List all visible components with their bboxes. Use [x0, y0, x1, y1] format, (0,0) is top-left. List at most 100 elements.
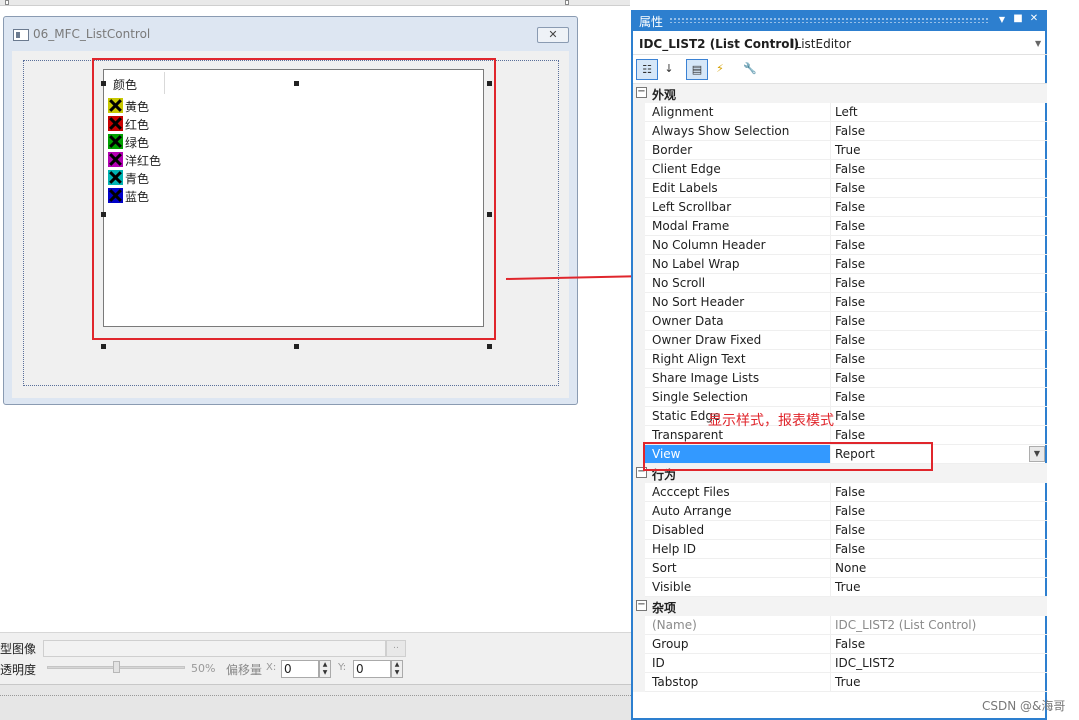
resize-handle[interactable]: [294, 81, 299, 86]
property-row[interactable]: Client Edge False: [633, 160, 1047, 179]
dialog-close-button[interactable]: ✕: [537, 27, 569, 43]
property-row[interactable]: Visible True: [633, 578, 1047, 597]
property-value[interactable]: False: [831, 369, 1047, 388]
property-row[interactable]: Edit Labels False: [633, 179, 1047, 198]
property-row[interactable]: Border True: [633, 141, 1047, 160]
category-label: 杂项: [652, 601, 677, 615]
resize-handle[interactable]: [101, 344, 106, 349]
property-row[interactable]: Sort None: [633, 559, 1047, 578]
list-item-label: 青色: [125, 172, 150, 186]
property-name: Single Selection: [645, 388, 831, 407]
opacity-slider-thumb[interactable]: [113, 661, 120, 673]
property-row[interactable]: ID IDC_LIST2: [633, 654, 1047, 673]
property-value[interactable]: False: [831, 312, 1047, 331]
collapse-icon[interactable]: −: [636, 600, 647, 611]
property-value[interactable]: False: [831, 293, 1047, 312]
maximize-icon[interactable]: ■: [1011, 13, 1025, 24]
image-path-field[interactable]: [43, 640, 386, 657]
property-row[interactable]: No Scroll False: [633, 274, 1047, 293]
resize-handle[interactable]: [487, 81, 492, 86]
row-gutter: [633, 369, 645, 388]
property-value[interactable]: False: [831, 540, 1047, 559]
row-gutter: [633, 483, 645, 502]
property-value[interactable]: False: [831, 236, 1047, 255]
properties-titlebar[interactable]: 属性 ▼ ■ ✕: [633, 10, 1047, 31]
property-value[interactable]: False: [831, 388, 1047, 407]
dialog-titlebar[interactable]: 06_MFC_ListControl ✕: [4, 17, 577, 51]
pane-menu-icon[interactable]: ▼: [995, 15, 1009, 24]
property-row[interactable]: Acccept Files False: [633, 483, 1047, 502]
property-row[interactable]: Right Align Text False: [633, 350, 1047, 369]
property-category[interactable]: − 杂项: [633, 597, 1047, 616]
property-value[interactable]: False: [831, 198, 1047, 217]
property-row[interactable]: Group False: [633, 635, 1047, 654]
property-name: Left Scrollbar: [645, 198, 831, 217]
property-value[interactable]: False: [831, 635, 1047, 654]
property-value[interactable]: False: [831, 255, 1047, 274]
offset-x-input[interactable]: 0: [281, 660, 319, 678]
property-row[interactable]: Help ID False: [633, 540, 1047, 559]
collapse-icon[interactable]: −: [636, 87, 647, 98]
property-row[interactable]: Static Edge False: [633, 407, 1047, 426]
property-pages-wrench-icon[interactable]: 🔧: [739, 59, 761, 80]
property-row[interactable]: (Name) IDC_LIST2 (List Control): [633, 616, 1047, 635]
events-lightning-icon[interactable]: ⚡: [709, 59, 731, 80]
chevron-down-icon[interactable]: ▼: [1029, 446, 1045, 462]
property-value[interactable]: False: [831, 521, 1047, 540]
resize-handle[interactable]: [101, 81, 106, 86]
property-value[interactable]: IDC_LIST2 (List Control): [831, 616, 1047, 635]
resize-handle[interactable]: [487, 212, 492, 217]
categorized-icon[interactable]: ☷: [636, 59, 658, 80]
property-row[interactable]: No Label Wrap False: [633, 255, 1047, 274]
property-value[interactable]: False: [831, 160, 1047, 179]
list-control[interactable]: 颜色 黄色 红色 绿色 洋红色 青色 蓝色: [103, 69, 484, 327]
property-row[interactable]: Alignment Left: [633, 103, 1047, 122]
close-icon[interactable]: ✕: [1027, 13, 1041, 24]
resize-handle[interactable]: [487, 344, 492, 349]
object-selector[interactable]: IDC_LIST2 (List Control) IListEditor ▼: [633, 33, 1047, 55]
resize-handle[interactable]: [101, 212, 106, 217]
property-row[interactable]: Owner Draw Fixed False: [633, 331, 1047, 350]
property-value[interactable]: True: [831, 673, 1047, 692]
property-value[interactable]: True: [831, 141, 1047, 160]
property-name: Help ID: [645, 540, 831, 559]
property-value[interactable]: False: [831, 217, 1047, 236]
bottom-toolbar-strip: [0, 684, 631, 720]
property-row[interactable]: Disabled False: [633, 521, 1047, 540]
property-row[interactable]: Share Image Lists False: [633, 369, 1047, 388]
properties-icon[interactable]: ▤: [686, 59, 708, 80]
property-value[interactable]: False: [831, 483, 1047, 502]
property-row[interactable]: Modal Frame False: [633, 217, 1047, 236]
property-row[interactable]: No Column Header False: [633, 236, 1047, 255]
property-value[interactable]: None: [831, 559, 1047, 578]
offset-y-input[interactable]: 0: [353, 660, 391, 678]
property-row[interactable]: Tabstop True: [633, 673, 1047, 692]
row-gutter: [633, 502, 645, 521]
property-row[interactable]: No Sort Header False: [633, 293, 1047, 312]
property-name: Owner Data: [645, 312, 831, 331]
list-column-header[interactable]: 颜色: [110, 72, 165, 94]
dialog-window-icon: [13, 29, 29, 41]
property-value[interactable]: False: [831, 350, 1047, 369]
browse-button[interactable]: ..: [386, 640, 406, 657]
property-value[interactable]: False: [831, 331, 1047, 350]
property-value[interactable]: False: [831, 122, 1047, 141]
property-value[interactable]: False: [831, 274, 1047, 293]
property-value[interactable]: True: [831, 578, 1047, 597]
property-row[interactable]: Owner Data False: [633, 312, 1047, 331]
property-row[interactable]: Single Selection False: [633, 388, 1047, 407]
alphabetical-sort-icon[interactable]: ↓: [658, 59, 680, 80]
property-value[interactable]: False: [831, 502, 1047, 521]
property-value[interactable]: Left: [831, 103, 1047, 122]
property-row[interactable]: Left Scrollbar False: [633, 198, 1047, 217]
resize-handle[interactable]: [294, 344, 299, 349]
property-category[interactable]: − 外观: [633, 84, 1047, 103]
property-value[interactable]: IDC_LIST2: [831, 654, 1047, 673]
property-value[interactable]: False: [831, 179, 1047, 198]
property-row[interactable]: Always Show Selection False: [633, 122, 1047, 141]
property-value[interactable]: False: [831, 407, 1047, 426]
offset-x-spinner[interactable]: ▲ ▼: [319, 660, 331, 678]
property-row[interactable]: Auto Arrange False: [633, 502, 1047, 521]
offset-y-spinner[interactable]: ▲ ▼: [391, 660, 403, 678]
chevron-down-icon[interactable]: ▼: [1035, 39, 1041, 48]
